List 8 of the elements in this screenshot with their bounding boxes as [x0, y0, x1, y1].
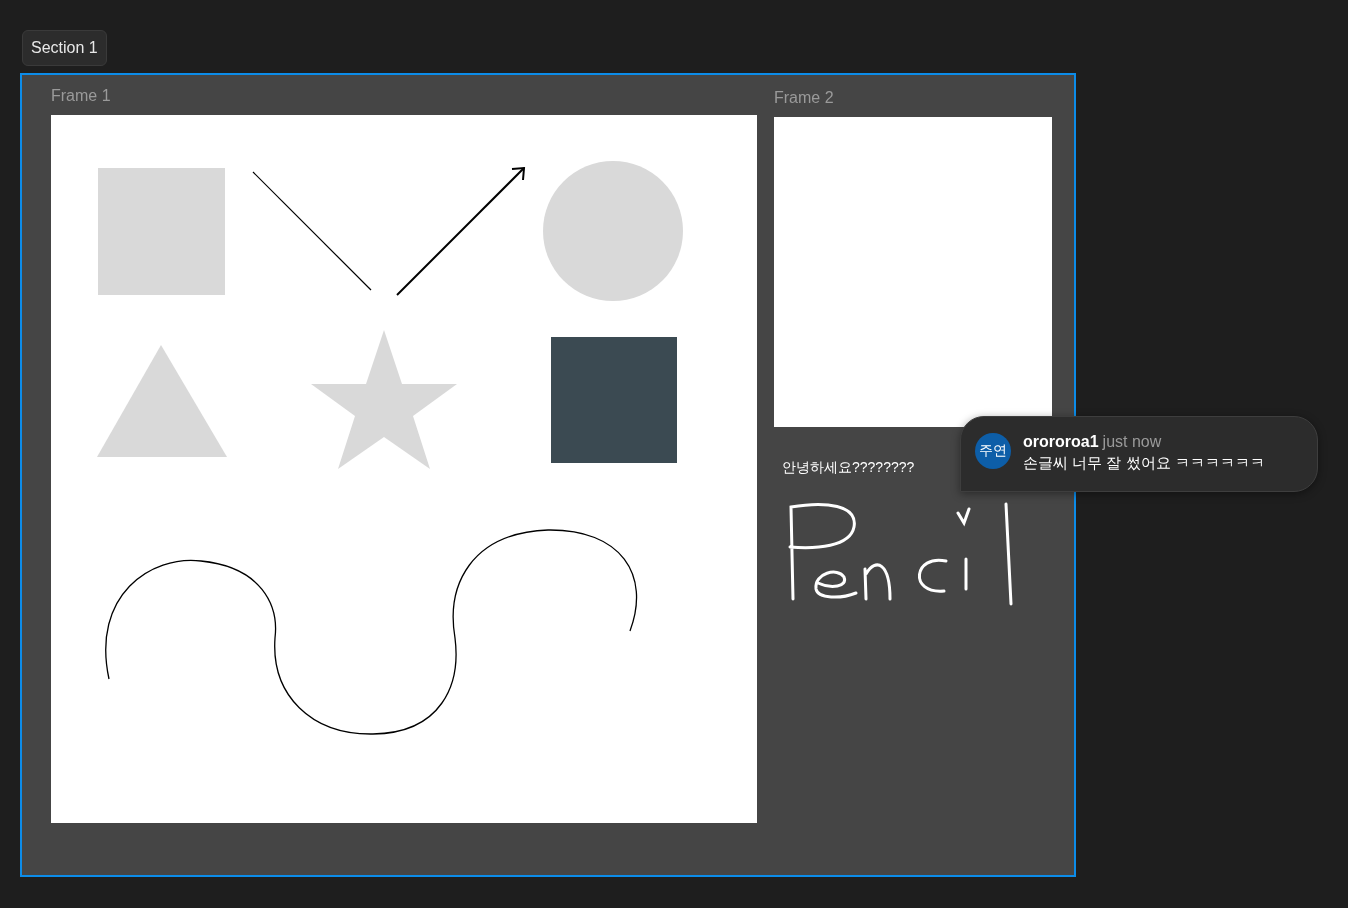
comment-author: orororoa1	[1023, 433, 1099, 450]
avatar-circle: 주연	[975, 433, 1011, 469]
canvas-text: 안녕하세요????????	[782, 459, 915, 477]
frame-title[interactable]: Frame 2	[774, 89, 834, 109]
frame-title[interactable]: Frame 1	[51, 87, 111, 107]
comment-message: 손글씨 너무 잘 썼어요 ㅋㅋㅋㅋㅋㅋ	[1023, 454, 1265, 473]
comment-time: just now	[1102, 433, 1162, 450]
section-label[interactable]: Section 1	[22, 30, 107, 66]
